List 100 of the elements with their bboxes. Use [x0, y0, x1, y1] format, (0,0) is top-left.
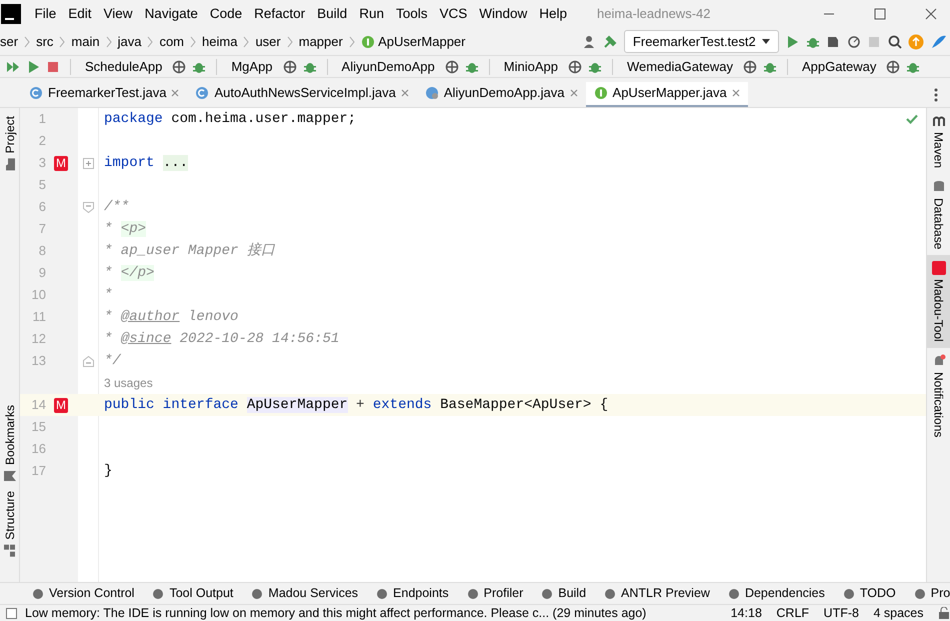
status-item[interactable]: CRLF [776, 605, 810, 621]
update-icon[interactable] [908, 34, 924, 50]
tool-window-button[interactable]: Project [0, 112, 18, 176]
stop-icon[interactable] [46, 60, 60, 74]
class-icon [29, 86, 43, 100]
target-icon[interactable] [568, 60, 582, 74]
mybatis-marker-icon[interactable]: M [54, 156, 68, 170]
menu-item[interactable]: Window [473, 4, 534, 24]
service-run-button[interactable]: MgApp [227, 56, 277, 76]
line-number: 9 [38, 264, 46, 282]
menu-item[interactable]: VCS [433, 4, 474, 24]
status-message[interactable]: Low memory: The IDE is running low on memory and this might affect performance. Please c... (29 minutes ago) [25, 605, 723, 621]
code-line: package com.heima.user.mapper; [103, 110, 356, 128]
menu-item[interactable]: Code [204, 4, 248, 24]
tool-window-tab[interactable]: Build [541, 584, 586, 603]
service-run-button[interactable]: WemediaGateway [622, 56, 737, 76]
tool-window-tab[interactable]: Profiler [466, 584, 524, 603]
menu-item[interactable]: Tools [390, 4, 434, 24]
service-run-button[interactable]: ScheduleApp [81, 56, 166, 76]
code-line: * @since 2022-10-28 14:56:51 [103, 330, 340, 348]
file-tab[interactable]: AutoAuthNewsServiceImpl.java [187, 82, 417, 107]
breadcrumb-item[interactable]: heima [202, 32, 238, 52]
menu-item[interactable]: Edit [62, 4, 98, 24]
status-item[interactable]: 4 spaces [873, 605, 924, 621]
menu-item[interactable]: File [28, 4, 62, 24]
tool-icon [152, 588, 164, 600]
menu-item[interactable]: Run [353, 4, 390, 24]
file-tab[interactable]: ApUserMapper.java [586, 82, 748, 107]
tool-window-tab[interactable]: TODO [842, 584, 896, 603]
close-icon[interactable] [400, 89, 409, 97]
breadcrumb-item[interactable]: user [255, 32, 281, 52]
class-icon [195, 86, 210, 100]
menu-item[interactable]: Build [311, 4, 354, 24]
breadcrumb-item[interactable]: com [159, 32, 184, 52]
run-icon[interactable] [785, 34, 800, 48]
menu-item[interactable]: Help [533, 4, 574, 24]
tool-window-button[interactable]: Maven [926, 108, 950, 174]
target-icon[interactable] [444, 60, 459, 74]
tool-window-tab[interactable]: ANTLR Preview [604, 584, 710, 603]
status-item[interactable]: UTF-8 [824, 605, 859, 621]
status-item[interactable]: 14:18 [730, 605, 762, 621]
menu-item[interactable]: Navigate [138, 4, 204, 24]
tool-window-tab[interactable]: Madou Services [251, 584, 358, 603]
service-run-button[interactable]: AliyunDemoApp [338, 56, 439, 76]
service-run-button[interactable]: AppGateway [798, 56, 880, 76]
tool-window-button[interactable]: Structure [0, 487, 18, 562]
tool-window-tab[interactable]: Version Control [32, 584, 134, 603]
checkbox-icon[interactable] [6, 608, 17, 618]
target-icon[interactable] [886, 60, 900, 74]
line-number: 17 [30, 462, 46, 480]
tool-window-button[interactable]: Notifications [926, 348, 950, 444]
line-number: 11 [32, 308, 46, 326]
plugin-logo-icon[interactable] [930, 34, 947, 50]
search-icon[interactable] [888, 34, 902, 48]
breadcrumb-item[interactable]: main [71, 32, 100, 52]
check-icon[interactable] [906, 114, 918, 124]
hammer-icon[interactable] [603, 34, 618, 48]
tool-window-tab[interactable]: Dependencies [728, 584, 825, 603]
maximize-icon[interactable] [874, 8, 886, 20]
menu-item[interactable]: Refactor [248, 4, 312, 24]
tool-icon [32, 588, 44, 600]
service-run-button[interactable]: MinioApp [500, 56, 562, 76]
mybatis-marker-icon[interactable]: M [54, 398, 68, 412]
run-configuration-dropdown[interactable]: FreemarkerTest.test2 [624, 30, 779, 54]
expand-icon[interactable] [83, 158, 94, 168]
close-icon[interactable] [570, 89, 578, 97]
menu-item[interactable]: View [98, 4, 139, 24]
profiler-icon[interactable] [846, 34, 861, 48]
more-icon[interactable] [934, 88, 938, 102]
close-icon[interactable] [732, 89, 740, 97]
structure-icon [2, 544, 16, 558]
lock-icon[interactable] [938, 607, 950, 619]
tool-window-tab[interactable]: Endpoints [376, 584, 449, 603]
file-tab[interactable]: FreemarkerTest.java [21, 82, 188, 107]
tool-window-button[interactable]: Bookmarks [0, 401, 18, 488]
chevron-icon [190, 36, 196, 48]
run-icon[interactable] [26, 60, 40, 74]
target-icon[interactable] [742, 60, 757, 74]
tool-window-tab[interactable]: Pro [914, 584, 950, 603]
target-icon[interactable] [172, 60, 186, 74]
app-logo-icon[interactable] [0, 3, 22, 25]
breadcrumb-item[interactable]: ser [0, 32, 18, 52]
file-tab[interactable]: AliyunDemoApp.java [416, 82, 586, 107]
target-icon[interactable] [282, 60, 297, 74]
tool-window-button[interactable]: Database [926, 174, 950, 256]
breadcrumb-item[interactable]: java [118, 32, 142, 52]
breadcrumb-item[interactable]: mapper [298, 32, 343, 52]
close-icon[interactable] [925, 8, 937, 20]
code-line: } [103, 462, 112, 480]
breadcrumb-item[interactable]: src [36, 32, 54, 52]
tool-icon [604, 588, 616, 600]
fold-icon[interactable] [83, 356, 94, 366]
fold-icon[interactable] [83, 202, 94, 212]
breadcrumb-item[interactable]: ApUserMapper [378, 32, 466, 52]
tool-window-tab[interactable]: Tool Output [152, 584, 234, 603]
user-icon[interactable] [582, 34, 597, 48]
run-all-icon[interactable] [6, 60, 20, 74]
code-line: * [103, 286, 112, 304]
close-icon[interactable] [171, 89, 180, 97]
tool-window-button[interactable]: Madou-Tool [926, 255, 950, 348]
